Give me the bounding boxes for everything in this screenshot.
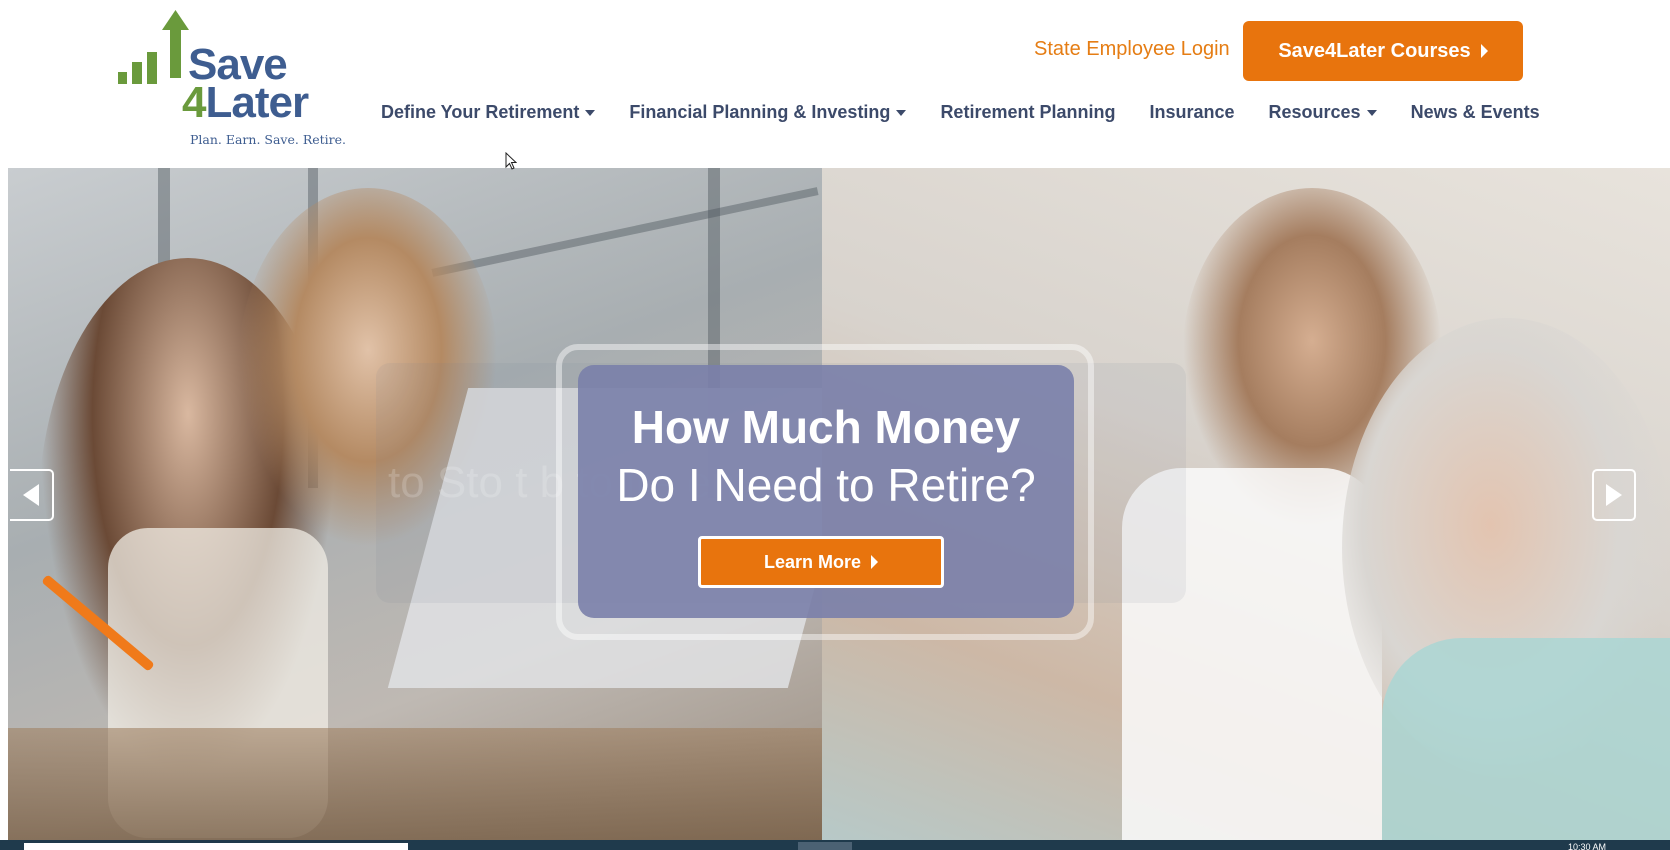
state-employee-login-link[interactable]: State Employee Login xyxy=(1034,38,1230,61)
logo-tagline: Plan. Earn. Save. Retire. xyxy=(190,132,347,147)
nav-news-events[interactable]: News & Events xyxy=(1411,102,1540,123)
logo-four: 4 xyxy=(182,78,207,127)
courses-button-label: Save4Later Courses xyxy=(1278,39,1471,62)
nav-label: Define Your Retirement xyxy=(381,101,580,122)
chevron-right-icon xyxy=(1606,484,1622,506)
nav-label: Financial Planning & Investing xyxy=(629,101,891,122)
taskbar-active-app[interactable] xyxy=(798,842,852,850)
save4later-courses-button[interactable]: Save4Later Courses xyxy=(1243,21,1523,81)
site-header: Save 4Later Plan. Earn. Save. Retire. St… xyxy=(0,0,1670,168)
nav-label: Insurance xyxy=(1149,101,1235,122)
caret-down-icon xyxy=(585,110,596,116)
mouse-cursor-icon xyxy=(505,152,517,170)
nav-define-your-retirement[interactable]: Define Your Retirement xyxy=(381,101,596,123)
taskbar-search-field[interactable] xyxy=(24,843,408,850)
play-arrow-icon xyxy=(871,555,879,569)
main-nav: Define Your Retirement Financial Plannin… xyxy=(381,100,1540,124)
nav-resources[interactable]: Resources xyxy=(1269,102,1377,123)
nav-retirement-planning[interactable]: Retirement Planning xyxy=(940,102,1115,123)
chevron-left-icon xyxy=(23,484,39,506)
caret-down-icon xyxy=(896,110,907,116)
nav-label: Resources xyxy=(1268,101,1361,122)
nav-financial-planning-investing[interactable]: Financial Planning & Investing xyxy=(629,101,907,123)
learn-more-label: Learn More xyxy=(763,551,862,572)
caret-down-icon xyxy=(1366,110,1377,116)
logo-later: Later xyxy=(205,78,309,127)
taskbar-clock: 10:30 AM xyxy=(1568,842,1607,850)
hero-headline-bold: How Much Money xyxy=(631,401,1021,453)
nav-insurance[interactable]: Insurance xyxy=(1149,102,1234,123)
site-logo[interactable]: Save 4Later Plan. Earn. Save. Retire. xyxy=(118,10,346,150)
logo-wordmark: Save 4Later xyxy=(182,43,309,125)
carousel-next-button[interactable] xyxy=(1592,469,1636,521)
hero-headline: Do I Need to Retire? xyxy=(616,459,1036,511)
play-arrow-icon xyxy=(1480,44,1488,58)
learn-more-button[interactable]: Learn More xyxy=(698,536,944,588)
page-left-gutter xyxy=(0,168,8,840)
carousel-prev-button[interactable] xyxy=(10,469,54,521)
nav-label: Retirement Planning xyxy=(940,101,1116,122)
nav-label: News & Events xyxy=(1410,101,1540,122)
hero-carousel: to Sto t b to ire ent How Much Money Do … xyxy=(8,168,1670,840)
